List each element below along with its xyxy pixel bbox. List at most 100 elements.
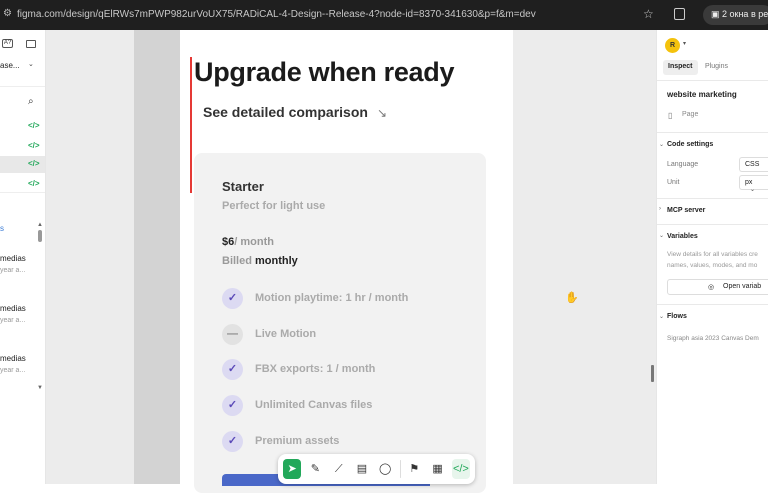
language-label: Language [667, 161, 699, 168]
open-variables-button[interactable]: ◎ Open variab [667, 279, 768, 295]
divider [0, 192, 45, 193]
page-label: Page [682, 111, 699, 118]
open-variables-label: Open variab [723, 283, 762, 290]
price-unit: / month [234, 236, 274, 248]
site-info-icon[interactable]: ⚙ [3, 8, 12, 19]
dev-code-icon: </> [28, 159, 40, 168]
check-icon: ✓ [222, 288, 243, 309]
text-style-icon[interactable]: A? [2, 39, 13, 48]
page-icon: ▯ [668, 111, 673, 120]
list-item-time: year a... [0, 367, 26, 374]
page-name: website marketing [667, 90, 737, 99]
unit-value: px [745, 179, 753, 186]
dev-mode-icon[interactable]: </> [451, 459, 471, 479]
unit-select[interactable]: px ⌄ [739, 175, 768, 193]
annotate-tool-icon[interactable]: ▤ [353, 459, 371, 479]
eye-icon: ◎ [708, 284, 715, 291]
scroll-up-icon[interactable]: ▲ [37, 222, 43, 228]
right-panel: R ▾ Inspect Plugins website marketing ▯ … [656, 30, 768, 484]
divider [657, 132, 768, 133]
window-icon: ▣ [711, 9, 723, 19]
page-title: Upgrade when ready [194, 57, 455, 87]
bottom-toolbar: ➤ ✎ ⟋ ▤ ◯ ⚑ ▦ </> [278, 454, 475, 484]
ready-for-dev-icon[interactable]: ⚑ [405, 459, 423, 479]
chevron-down-icon[interactable]: ⌄ [28, 60, 34, 68]
browser-bar: ⚙ figma.com/design/qElRWs7mPWP982urVoUX7… [0, 0, 768, 30]
check-icon: ✓ [222, 395, 243, 416]
feature-label: Motion playtime: 1 hr / month [255, 292, 409, 304]
comparison-link[interactable]: See detailed comparison [203, 104, 368, 120]
list-item-label: medias [0, 254, 26, 263]
dev-code-icon: </> [28, 141, 40, 150]
variables-title[interactable]: Variables [667, 233, 698, 240]
avatar[interactable]: R [665, 38, 680, 53]
comment-tool-icon[interactable]: ◯ [376, 459, 394, 479]
billed-period: monthly [255, 255, 298, 267]
unit-label: Unit [667, 179, 680, 186]
chevron-down-icon[interactable]: ▾ [683, 40, 686, 47]
billing-period: Billed monthly [222, 255, 298, 267]
toggle-sidebar-icon[interactable] [26, 40, 36, 48]
list-item[interactable]: medias year a... [0, 254, 36, 274]
list-item-label: medias [0, 304, 26, 313]
plan-price: $6/ month [222, 236, 274, 248]
feature-label: FBX exports: 1 / month [255, 363, 376, 375]
flow-item[interactable]: Sigraph asia 2023 Canvas Dem [667, 335, 759, 342]
measure-tool-icon[interactable]: ⟋ [330, 459, 348, 479]
arrow-down-right-icon: ↘ [377, 106, 388, 120]
chevron-down-icon: ⌄ [750, 187, 756, 193]
tab-plugins[interactable]: Plugins [705, 63, 728, 70]
section-link[interactable]: s [0, 224, 4, 233]
divider [657, 224, 768, 225]
list-item[interactable]: medias year a... [0, 354, 36, 374]
bookmark-star-icon[interactable]: ☆ [643, 7, 654, 21]
list-item[interactable]: medias year a... [0, 304, 36, 324]
chevron-down-icon[interactable]: ⌄ [659, 141, 664, 148]
feature-label: Premium assets [255, 435, 340, 447]
layer-row-selected[interactable]: </> [0, 156, 45, 173]
feature-label: Unlimited Canvas files [255, 399, 373, 411]
canvas-scrollbar[interactable] [651, 365, 654, 382]
layer-row[interactable]: </> [0, 176, 45, 193]
plan-subtitle: Perfect for light use [222, 200, 326, 212]
search-icon[interactable]: ⌕ [28, 96, 34, 107]
extensions-icon[interactable] [674, 8, 685, 20]
divider [657, 80, 768, 81]
dash-icon: — [222, 324, 243, 345]
dev-code-icon: </> [28, 121, 40, 130]
windows-label: 2 окна в реж [722, 9, 768, 19]
chevron-down-icon[interactable]: ⌄ [659, 232, 664, 239]
components-icon[interactable]: ▦ [429, 459, 447, 479]
scroll-down-icon[interactable]: ▼ [37, 385, 43, 391]
divider [0, 86, 45, 87]
tab-inspect[interactable]: Inspect [663, 60, 698, 75]
list-item-label: medias [0, 354, 26, 363]
file-name[interactable]: ase... [0, 61, 20, 70]
scrollbar-thumb[interactable] [38, 230, 42, 242]
list-item-time: year a... [0, 317, 26, 324]
left-panel: A? ase... ⌄ ⌕ </> </> </> </> s ▲ ▼ medi… [0, 30, 46, 484]
dev-code-icon: </> [28, 179, 40, 188]
divider [657, 304, 768, 305]
windows-button[interactable]: ▣ 2 окна в реж [703, 5, 768, 25]
code-settings-title[interactable]: Code settings [667, 141, 713, 148]
layer-row[interactable]: </> [0, 118, 45, 135]
address-bar[interactable]: figma.com/design/qElRWs7mPWP982urVoUX75/… [17, 9, 536, 20]
layer-row[interactable]: </> [0, 138, 45, 155]
check-icon: ✓ [222, 359, 243, 380]
chevron-right-icon[interactable]: › [659, 206, 661, 212]
hand-cursor-icon: ✋ [565, 292, 579, 304]
variables-description: View details for all variables cre names… [667, 251, 758, 269]
toolbar-divider [400, 460, 402, 478]
chevron-down-icon[interactable]: ⌄ [659, 313, 664, 320]
move-tool-icon[interactable]: ➤ [283, 459, 302, 479]
check-icon: ✓ [222, 431, 243, 452]
plan-name: Starter [222, 179, 264, 194]
divider [657, 198, 768, 199]
price-value: $6 [222, 236, 235, 248]
pen-tool-icon[interactable]: ✎ [306, 459, 324, 479]
language-select[interactable]: CSS [739, 157, 768, 172]
flows-title[interactable]: Flows [667, 313, 687, 320]
selection-line [190, 57, 192, 193]
mcp-server-title[interactable]: MCP server [667, 207, 705, 214]
